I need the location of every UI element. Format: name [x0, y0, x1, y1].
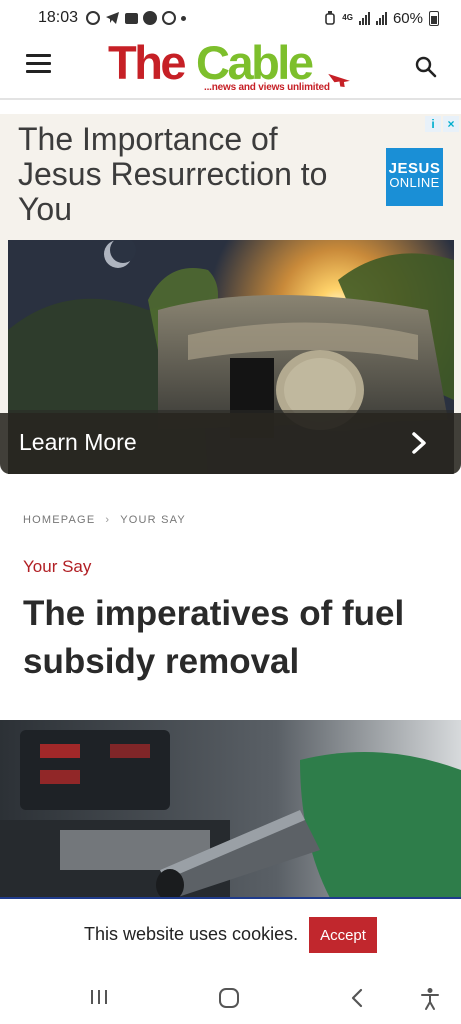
article-hero-image: [0, 720, 461, 898]
opera-icon: [162, 11, 177, 25]
ad-learn-more-button[interactable]: Learn More: [0, 413, 461, 474]
notification-icons: [86, 11, 187, 25]
status-bar: 18:03 4G 60%: [0, 0, 461, 36]
ad-choices-badge[interactable]: i ×: [425, 116, 459, 132]
cookie-accept-button[interactable]: Accept: [309, 917, 377, 953]
ad-cta-label: Learn More: [19, 429, 137, 455]
chevron-right-icon: ›: [105, 514, 111, 526]
signal-2-icon: [375, 11, 387, 25]
site-header: The Cable ...news and views unlimited: [0, 36, 461, 100]
alarm-icon: [325, 11, 336, 25]
chevron-right-icon: [412, 432, 426, 454]
cookie-consent-bar: This website uses cookies. Accept: [0, 897, 461, 971]
status-right: 4G 60%: [324, 10, 439, 27]
system-navigation-bar: [0, 971, 461, 1024]
cookie-message: This website uses cookies.: [84, 924, 299, 944]
breadcrumb: HOMEPAGE › YOUR SAY: [23, 514, 186, 526]
message-icon: [125, 12, 139, 24]
status-time: 18:03: [38, 9, 79, 26]
more-notifications-icon: [181, 15, 187, 21]
breadcrumb-your-say[interactable]: YOUR SAY: [120, 514, 186, 526]
ad-banner[interactable]: i × The Importance of Jesus Resurrection…: [0, 114, 461, 474]
network-type: 4G: [342, 13, 353, 22]
article-category[interactable]: Your Say: [23, 557, 91, 577]
battery-percent: 60%: [392, 9, 423, 27]
ad-close-icon[interactable]: ×: [443, 116, 459, 132]
ad-brand-line1: JESUS: [388, 160, 441, 177]
b-app-icon: [86, 11, 101, 25]
signal-icon: [358, 11, 370, 25]
search-icon[interactable]: [415, 56, 437, 78]
recent-apps-icon[interactable]: [90, 987, 108, 1007]
back-icon[interactable]: [349, 987, 365, 1009]
fuel-nozzle-illustration: [0, 720, 461, 898]
facebook-icon: [143, 11, 158, 25]
logo-cable-text: Cable: [196, 36, 314, 89]
article-headline: The imperatives of fuel subsidy removal: [23, 594, 405, 681]
home-icon[interactable]: [218, 987, 240, 1009]
app-screen: 18:03 4G 60% The Cable ...news and views…: [0, 0, 461, 1024]
telegram-icon: [106, 12, 120, 24]
logo-the-text: The: [108, 36, 187, 89]
ad-title[interactable]: The Importance of Jesus Resurrection to …: [18, 122, 368, 227]
site-logo[interactable]: The Cable ...news and views unlimited: [108, 38, 353, 98]
ad-info-icon[interactable]: i: [425, 116, 441, 132]
menu-icon[interactable]: [26, 54, 51, 74]
ad-brand-logo[interactable]: JESUS ONLINE: [386, 148, 443, 206]
accessibility-icon[interactable]: [420, 987, 440, 1011]
logo-cursor-icon: [328, 73, 350, 87]
logo-tagline: ...news and views unlimited: [204, 82, 330, 93]
ad-brand-line2: ONLINE: [389, 175, 440, 190]
breadcrumb-homepage[interactable]: HOMEPAGE: [23, 514, 95, 526]
battery-icon: [429, 10, 439, 26]
